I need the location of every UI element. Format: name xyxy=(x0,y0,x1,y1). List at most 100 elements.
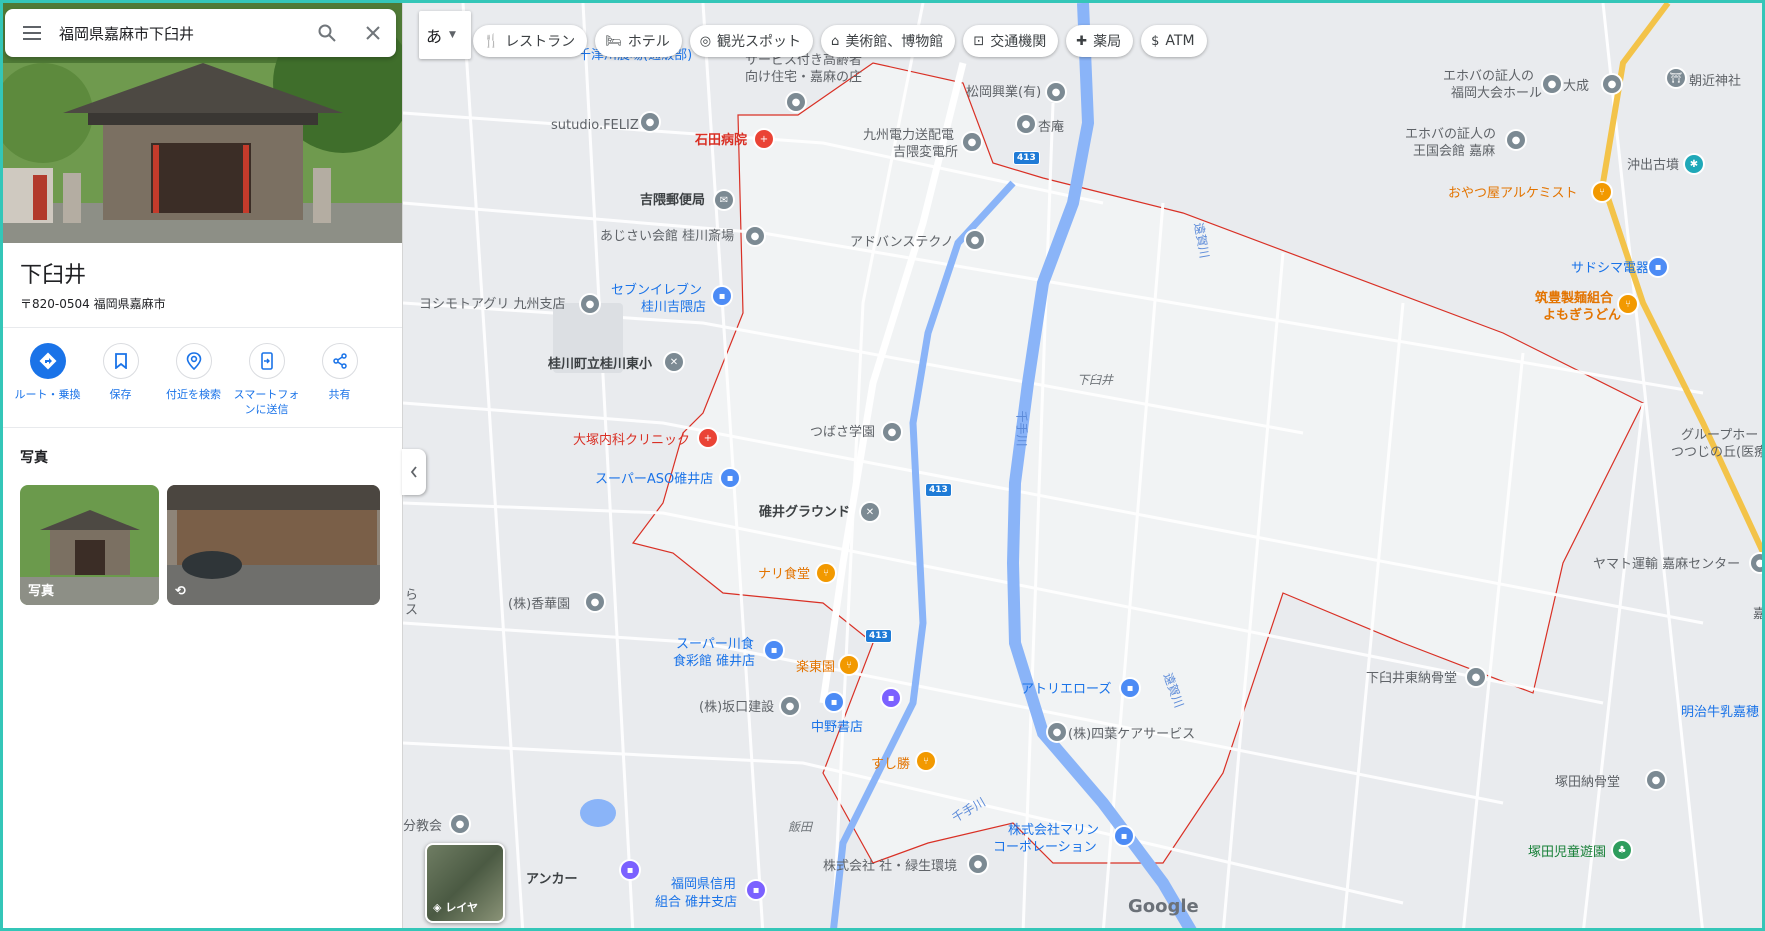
search-box[interactable]: 福岡県嘉麻市下臼井 xyxy=(5,9,396,57)
share-button[interactable]: 共有 xyxy=(303,343,376,417)
place-pin[interactable]: ● xyxy=(581,295,599,313)
hospital-pin[interactable]: + xyxy=(755,130,773,148)
route-shield-413: 413 xyxy=(925,483,952,497)
photo-thumbnail[interactable]: 写真 xyxy=(20,485,159,605)
map-label-marine2: コーポレーション xyxy=(993,840,1097,855)
school-pin[interactable]: ● xyxy=(883,423,901,441)
save-button[interactable]: 保存 xyxy=(84,343,157,417)
directions-button[interactable]: ルート・乗換 xyxy=(11,343,84,417)
place-pin[interactable]: ● xyxy=(1751,554,1762,572)
directions-label: ルート・乗換 xyxy=(14,388,81,401)
shopping-pin[interactable]: ▪ xyxy=(721,469,739,487)
share-label: 共有 xyxy=(328,388,351,401)
place-pin[interactable]: ● xyxy=(1467,668,1485,686)
place-pin[interactable]: ● xyxy=(1603,75,1621,93)
ime-toggle[interactable]: あ ▼ xyxy=(419,11,471,59)
map-label-ri: ら xyxy=(405,588,419,603)
chip-label: レストラン xyxy=(505,34,576,50)
photos-section-title: 写真 xyxy=(20,450,48,466)
clinic-pin[interactable]: + xyxy=(699,429,717,447)
layers-text: レイヤ xyxy=(445,901,478,914)
map-canvas[interactable]: 千津川農場(通販部) サービス付き高齢者 向け住宅・嘉麻の庄 ● 松岡興業(有)… xyxy=(403,3,1762,928)
map-label-shinkin2: 組合 碓井支店 xyxy=(655,895,738,910)
map-label-substation1: 九州電力送配電 xyxy=(863,128,955,143)
park-pin[interactable]: ♣ xyxy=(1613,841,1631,859)
chip-label: 観光スポット xyxy=(717,34,802,50)
place-pin[interactable]: ● xyxy=(586,593,604,611)
map-label-ishida: 石田病院 xyxy=(695,133,748,148)
place-pin[interactable]: ● xyxy=(1017,115,1035,133)
map-label-ajisai: あじさい会館 桂川斎場 xyxy=(600,229,735,244)
place-pin[interactable]: ● xyxy=(1647,771,1665,789)
map-label-group2: つつじの丘(医療法 xyxy=(1671,445,1762,460)
restaurant-pin[interactable]: ⑂ xyxy=(817,564,835,582)
place-pin[interactable]: ● xyxy=(787,93,805,111)
chip-restaurant[interactable]: 🍴 レストラン xyxy=(473,25,588,57)
shopping-pin[interactable]: ▪ xyxy=(825,693,843,711)
tourist-pin[interactable]: ✱ xyxy=(1685,155,1703,173)
place-pin[interactable]: ● xyxy=(1507,131,1525,149)
bank-pin[interactable]: ▪ xyxy=(747,881,765,899)
shopping-pin[interactable]: ▪ xyxy=(1115,827,1133,845)
street-view-thumbnail[interactable]: ⟲ xyxy=(167,485,380,605)
nearby-button[interactable]: 付近を検索 xyxy=(157,343,230,417)
nearby-search-icon xyxy=(175,343,212,379)
service-pin[interactable]: ▪ xyxy=(621,861,639,879)
place-pin[interactable]: ● xyxy=(451,815,469,833)
chip-transit[interactable]: ⊡ 交通機関 xyxy=(963,25,1059,57)
map-label-area: 下臼井 xyxy=(1077,373,1114,387)
collapse-panel-button[interactable] xyxy=(402,449,426,495)
sports-pin[interactable]: ✕ xyxy=(861,503,879,521)
place-pin[interactable]: ● xyxy=(1543,75,1561,93)
shrine-pin[interactable]: ⛩ xyxy=(1667,69,1685,87)
place-pin[interactable]: ● xyxy=(746,227,764,245)
hamburger-menu-icon[interactable] xyxy=(5,9,59,57)
map-label-jehovah1a: エホバの証人の xyxy=(1443,69,1535,84)
chip-label: 交通機関 xyxy=(990,34,1047,50)
bed-icon: 🛏 xyxy=(605,33,622,49)
restaurant-pin[interactable]: ⑂ xyxy=(1593,183,1611,201)
restaurant-pin[interactable]: ⑂ xyxy=(1619,295,1637,313)
place-pin[interactable]: ● xyxy=(963,133,981,151)
divider xyxy=(3,427,402,428)
map-label-sakaguchi: (株)坂口建設 xyxy=(699,700,775,715)
chip-museum[interactable]: ⌂ 美術館、博物館 xyxy=(821,25,956,57)
place-pin[interactable]: ● xyxy=(1048,723,1066,741)
map-label-studio: sutudio.FELIZ xyxy=(551,118,639,133)
shopping-pin[interactable]: ▪ xyxy=(1121,679,1139,697)
search-input[interactable]: 福岡県嘉麻市下臼井 xyxy=(59,23,304,44)
map-label-nosodo-east: 下臼井東納骨堂 xyxy=(1366,671,1458,686)
map-label-taisei: 大成 xyxy=(1563,79,1590,94)
send-to-phone-button[interactable]: スマートフォンに送信 xyxy=(230,343,303,417)
chip-hotel[interactable]: 🛏 ホテル xyxy=(595,25,682,57)
place-pin[interactable]: ● xyxy=(781,697,799,715)
map-label-sadoshima: サドシマ電器 xyxy=(1571,261,1650,276)
close-icon[interactable] xyxy=(350,9,396,57)
map-label-seven1: セブンイレブン xyxy=(611,283,703,298)
app-window: 千津川農場(通販部) サービス付き高齢者 向け住宅・嘉麻の庄 ● 松岡興業(有)… xyxy=(0,0,1765,931)
chip-pharmacy[interactable]: ✚ 薬局 xyxy=(1066,25,1134,57)
post-office-pin[interactable]: ✉ xyxy=(715,191,733,209)
place-pin[interactable]: ● xyxy=(641,113,659,131)
map-label-jehovah1b: 福岡大会ホール xyxy=(1451,86,1543,101)
restaurant-pin[interactable]: ⑂ xyxy=(840,656,858,674)
shopping-pin[interactable]: ▪ xyxy=(765,641,783,659)
layers-button[interactable]: ◈ レイヤ xyxy=(425,843,505,923)
service-pin[interactable]: ▪ xyxy=(882,689,900,707)
chip-sightseeing[interactable]: ◎ 観光スポット xyxy=(689,25,814,57)
place-pin[interactable]: ● xyxy=(966,231,984,249)
place-pin[interactable]: ● xyxy=(1047,83,1065,101)
school-pin[interactable]: ✕ xyxy=(665,353,683,371)
shopping-pin[interactable]: ▪ xyxy=(1649,258,1667,276)
place-pin[interactable]: ● xyxy=(969,855,987,873)
map-label-shinkin1: 福岡県信用 xyxy=(671,877,737,892)
place-title: 下臼井 xyxy=(20,263,87,288)
search-icon[interactable] xyxy=(304,9,350,57)
divider xyxy=(3,327,402,328)
chip-atm[interactable]: $ ATM xyxy=(1141,25,1207,57)
google-logo: Google xyxy=(1128,896,1199,917)
restaurant-pin[interactable]: ⑂ xyxy=(917,752,935,770)
route-shield-413: 413 xyxy=(865,629,892,643)
map-label-bunkaikan: 分教会 xyxy=(403,819,443,834)
convenience-store-pin[interactable]: ▪ xyxy=(713,287,731,305)
